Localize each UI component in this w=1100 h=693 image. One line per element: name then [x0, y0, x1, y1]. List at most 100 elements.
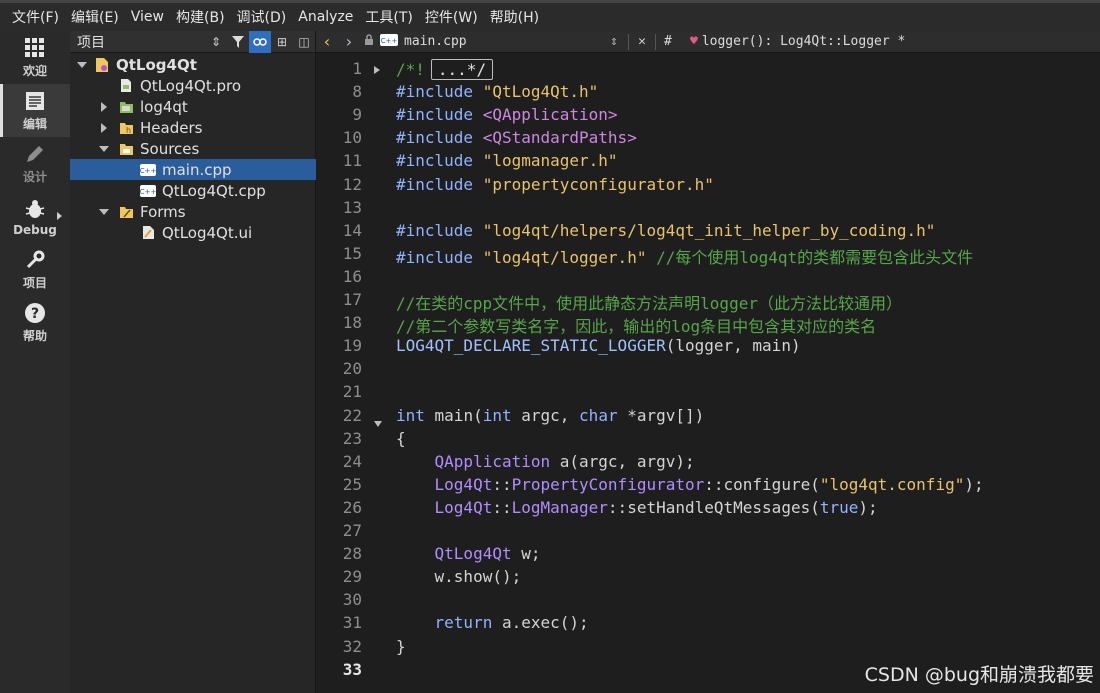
split-icon[interactable]: ⊞ — [271, 31, 293, 53]
open-file-combo[interactable]: main.cpp — [404, 34, 610, 49]
folder-icon — [118, 204, 134, 220]
menu-tools[interactable]: 工具(T) — [359, 7, 418, 27]
project-icon — [94, 57, 110, 73]
lock-icon — [360, 34, 378, 49]
code-line[interactable]: Log4Qt::PropertyConfigurator::configure(… — [396, 475, 984, 494]
mode-debug[interactable]: Debug — [0, 190, 70, 243]
expand-arrow-icon[interactable] — [98, 145, 110, 152]
close-panel-icon[interactable]: ◫ — [293, 31, 315, 53]
tree-item-sources[interactable]: Sources — [70, 138, 342, 159]
code-line[interactable]: return a.exec(); — [396, 613, 589, 632]
folded-region-marker[interactable]: ...*/ — [430, 59, 494, 80]
code-line[interactable]: Log4Qt::LogManager::setHandleQtMessages(… — [396, 498, 878, 517]
expand-arrow-icon[interactable] — [76, 61, 88, 68]
code-line[interactable]: #include "log4qt/logger.h" //每个使用log4qt的… — [396, 244, 973, 268]
expand-arrow-icon[interactable] — [98, 208, 110, 215]
menu-build[interactable]: 构建(B) — [170, 7, 231, 27]
line-number: 20 — [342, 359, 362, 379]
mode-edit[interactable]: 编辑 — [0, 84, 70, 137]
line-number: 28 — [342, 544, 362, 564]
link-editor-icon[interactable] — [249, 30, 271, 53]
document-icon — [25, 89, 45, 113]
line-number: 9 — [352, 105, 362, 125]
code-line[interactable]: //在类的cpp文件中，使用此静态方法声明logger（此方法比较通用） — [396, 290, 902, 314]
code-line[interactable]: #include <QStandardPaths> — [396, 128, 637, 147]
pencil-icon — [25, 142, 45, 166]
project-panel-title: 项目 — [77, 34, 105, 51]
code-line[interactable]: #include "log4qt/helpers/log4qt_init_hel… — [396, 221, 935, 240]
symbol-combo[interactable]: logger(): Log4Qt::Logger * — [702, 34, 906, 49]
mode-help[interactable]: ? 帮助 — [0, 296, 70, 349]
tree-item-headers[interactable]: h Headers — [70, 117, 342, 138]
code-line[interactable]: #include "logmanager.h" — [396, 151, 618, 170]
code-line[interactable]: { — [396, 429, 406, 448]
line-number: 1 — [352, 59, 362, 78]
line-number: 19 — [342, 336, 362, 356]
line-number: 30 — [342, 590, 362, 610]
close-document-icon[interactable]: ✕ — [633, 34, 651, 49]
menu-file[interactable]: 文件(F) — [6, 7, 65, 27]
mode-design[interactable]: 设计 — [0, 137, 70, 190]
line-number-gutter: 1 8 9 10 11 12 13 14 15 16 17 18 19 20 21 22 23 24 25 26 27 2… — [316, 53, 370, 693]
view-select-icon[interactable]: ⇕ — [205, 31, 227, 53]
ui-file-icon — [140, 225, 156, 241]
filter-icon[interactable] — [227, 31, 249, 53]
toolbar-divider — [628, 33, 629, 50]
mode-projects[interactable]: 项目 — [0, 243, 70, 296]
grid-icon — [25, 36, 45, 60]
menu-widgets[interactable]: 控件(W) — [419, 7, 484, 27]
mode-welcome[interactable]: 欢迎 — [0, 31, 70, 84]
tree-item-project[interactable]: QtLog4Qt — [70, 54, 320, 75]
code-line[interactable]: #include "propertyconfigurator.h" — [396, 175, 714, 194]
fold-collapse-icon[interactable] — [374, 421, 382, 427]
menu-bar: 文件(F) 编辑(E) View 构建(B) 调试(D) Analyze 工具(… — [0, 0, 1100, 31]
line-number: 8 — [352, 82, 362, 102]
menu-view[interactable]: View — [125, 9, 170, 25]
tree-item-label: QtLog4Qt — [116, 55, 197, 74]
cpp-file-icon: C++ — [140, 183, 156, 199]
line-number: 22 — [342, 405, 362, 425]
tree-item-label: Forms — [140, 202, 186, 221]
line-number: 21 — [342, 382, 362, 402]
code-line[interactable]: int main(int argc, char *argv[]) — [396, 406, 704, 425]
bug-icon — [25, 197, 45, 221]
help-icon: ? — [24, 301, 46, 325]
code-line[interactable]: w.show(); — [396, 567, 522, 586]
line-number: 25 — [342, 474, 362, 494]
tree-item-forms[interactable]: Forms — [70, 201, 342, 222]
code-editor[interactable]: 1 8 9 10 11 12 13 14 15 16 17 18 19 20 21 22 23 24 25 26 27 2… — [316, 53, 1100, 693]
menu-debug[interactable]: 调试(D) — [231, 7, 293, 27]
folder-icon — [118, 99, 134, 115]
line-number: 13 — [342, 197, 362, 217]
line-number: 18 — [342, 313, 362, 333]
fold-expand-icon[interactable] — [374, 66, 380, 74]
menu-edit[interactable]: 编辑(E) — [65, 7, 125, 27]
folder-icon — [118, 141, 134, 157]
submenu-arrow-icon[interactable] — [57, 212, 62, 220]
code-line[interactable]: #include "QtLog4Qt.h" — [396, 82, 598, 101]
folder-icon: h — [118, 120, 134, 136]
code-line[interactable]: QtLog4Qt w; — [396, 544, 541, 563]
back-arrow-icon[interactable]: ‹ — [316, 32, 338, 51]
code-line[interactable]: //第二个参数写类名字，因此，输出的log条目中包含其对应的类名 — [396, 313, 876, 337]
tree-item-log4qt[interactable]: log4qt — [70, 96, 342, 117]
combo-arrows-icon[interactable]: ⇕ — [610, 34, 624, 49]
code-line[interactable]: LOG4QT_DECLARE_STATIC_LOGGER(logger, mai… — [396, 336, 801, 355]
forward-arrow-icon[interactable]: › — [338, 32, 360, 51]
code-line[interactable]: QApplication a(argc, argv); — [396, 452, 695, 471]
tree-item-label: QtLog4Qt.cpp — [162, 181, 266, 200]
menu-help[interactable]: 帮助(H) — [484, 7, 545, 27]
svg-text:?: ? — [31, 306, 39, 322]
wrench-icon — [25, 248, 45, 272]
tree-item-label: main.cpp — [162, 160, 232, 179]
svg-text:C++: C++ — [381, 37, 398, 45]
code-line[interactable]: #include <QApplication> — [396, 105, 618, 124]
expand-arrow-icon[interactable] — [98, 101, 110, 112]
mode-label: 设计 — [22, 170, 47, 184]
code-line[interactable]: /*! ...*/ — [396, 59, 494, 80]
menu-analyze[interactable]: Analyze — [292, 9, 359, 25]
tree-item-label: Headers — [140, 118, 203, 137]
toolbar-divider — [655, 33, 656, 50]
expand-arrow-icon[interactable] — [98, 122, 110, 133]
code-line[interactable]: } — [396, 637, 406, 656]
